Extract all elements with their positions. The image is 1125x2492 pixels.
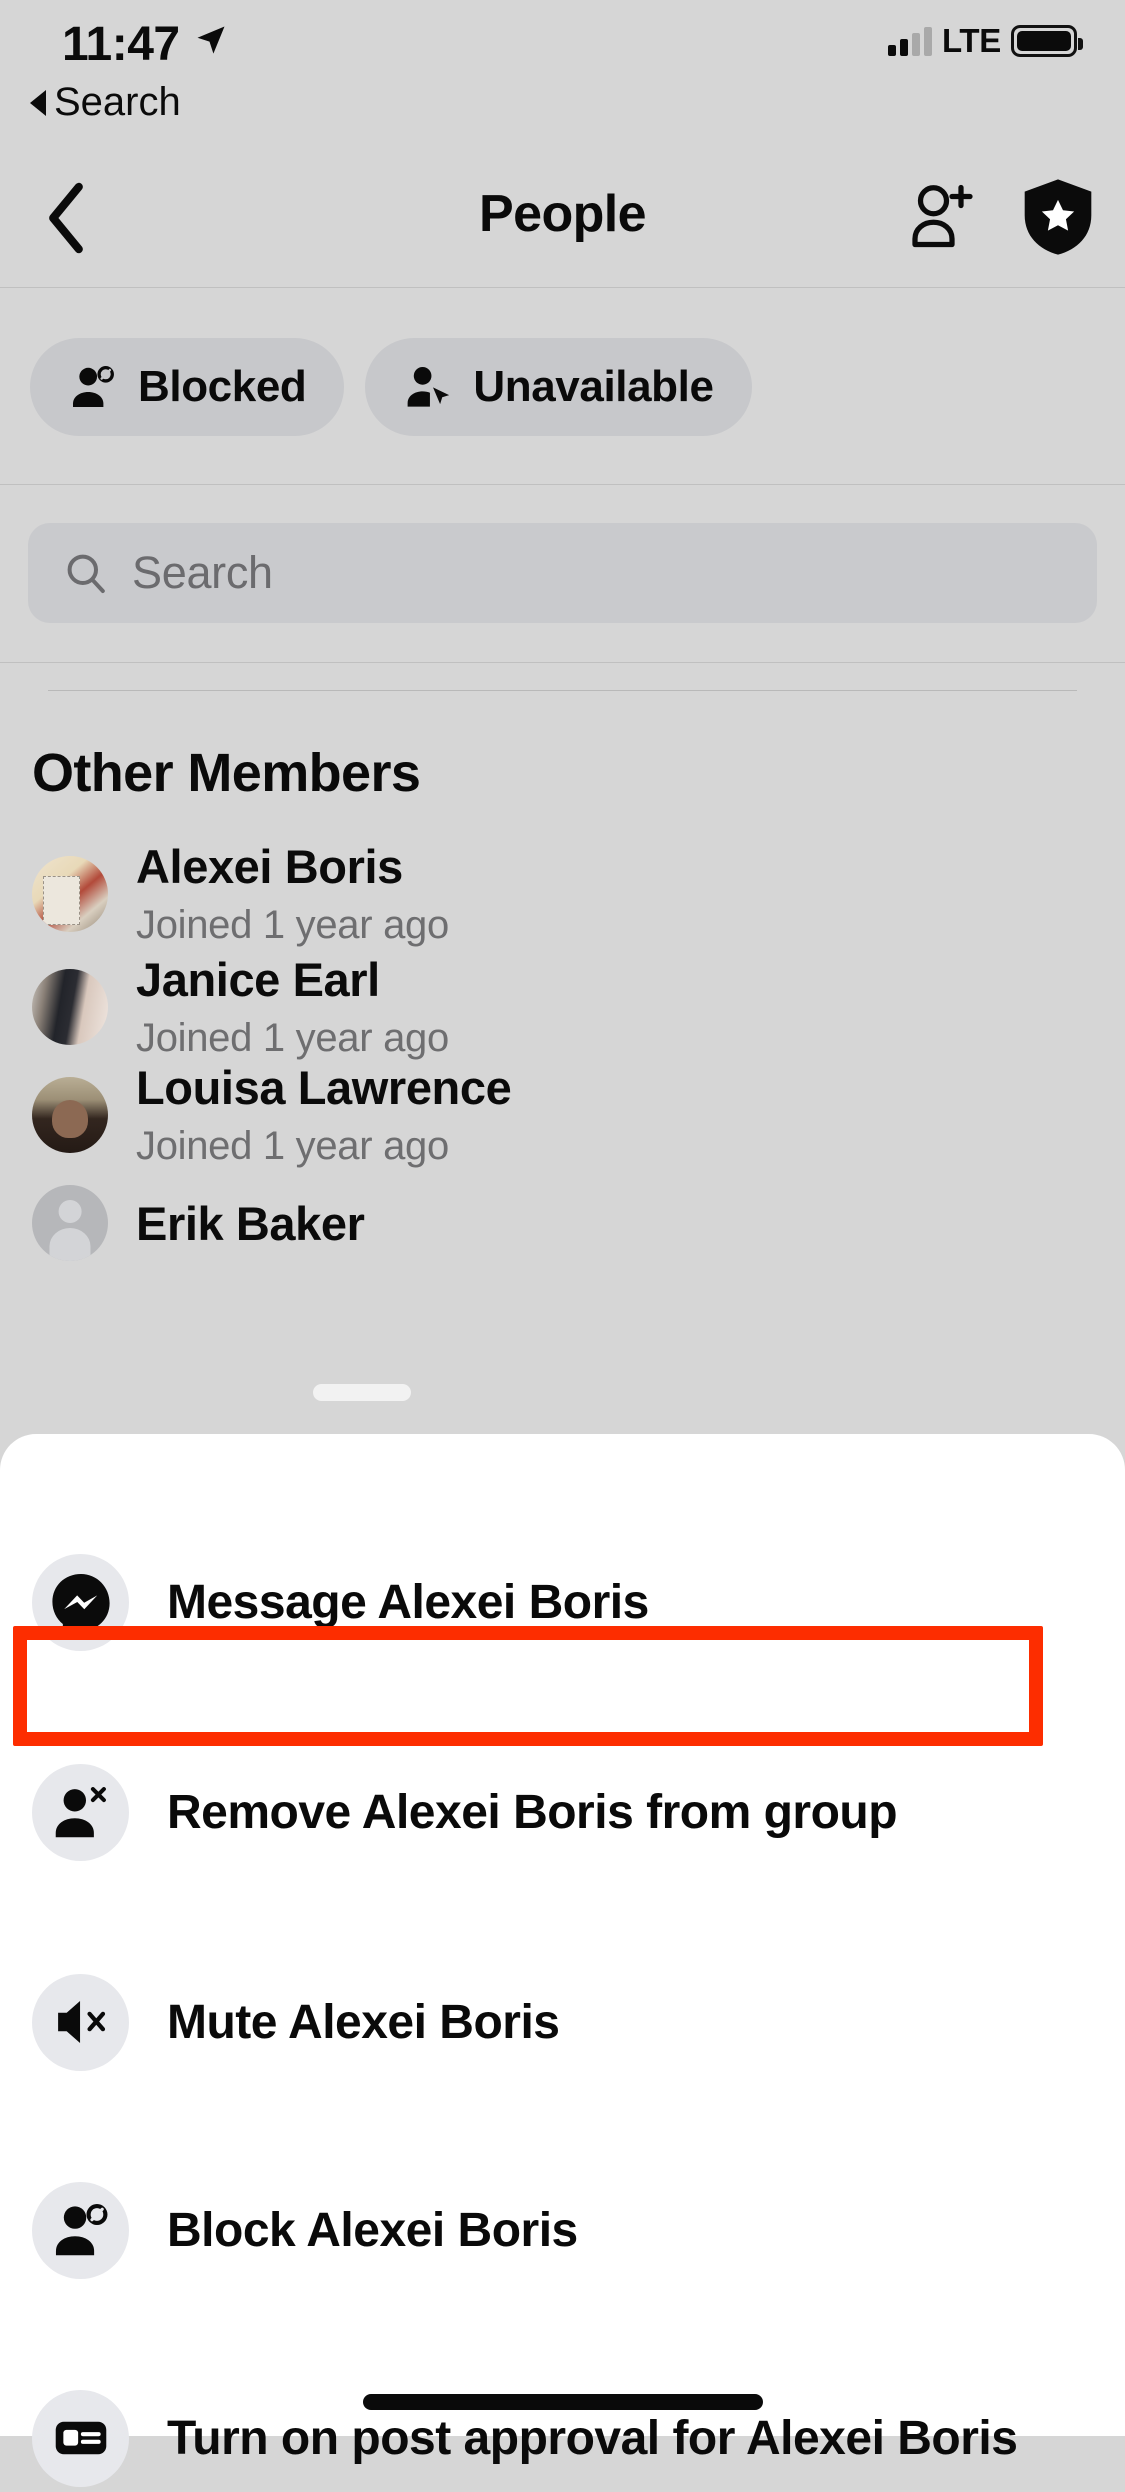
member-name: Alexei Boris: [136, 840, 403, 893]
filter-chip-blocked-label: Blocked: [138, 361, 307, 411]
action-mute-button[interactable]: Mute Alexei Boris: [0, 1968, 1125, 2076]
action-message-button[interactable]: Message Alexei Boris: [0, 1548, 1125, 1656]
member-text: Alexei Boris Joined 1 year ago: [136, 843, 449, 945]
sheet-grabber-handle[interactable]: [313, 1384, 411, 1401]
person-blocked-icon: [73, 365, 114, 407]
post-approval-icon: [32, 2389, 129, 2487]
speaker-mute-icon: [32, 1973, 129, 2071]
search-placeholder: Search: [132, 547, 273, 598]
person-cursor-icon: [407, 366, 450, 407]
navigation-bar: People: [0, 150, 1125, 288]
person-blocked-icon: [32, 2181, 129, 2279]
member-subtitle: Joined 1 year ago: [136, 1124, 449, 1168]
triangle-left-icon: [30, 89, 46, 116]
location-arrow-icon: [197, 26, 225, 54]
list-divider-inset: [48, 690, 1077, 691]
member-row[interactable]: Louisa Lawrence Joined 1 year ago: [0, 1061, 1125, 1169]
filter-chip-unavailable[interactable]: Unavailable: [365, 337, 752, 436]
action-post-approval-label: Turn on post approval for Alexei Boris: [167, 2411, 1018, 2465]
member-row[interactable]: Erik Baker: [0, 1169, 1125, 1277]
add-person-button[interactable]: [901, 177, 981, 262]
search-input[interactable]: Search: [28, 523, 1097, 623]
search-area: Search: [0, 486, 1125, 662]
member-text: Louisa Lawrence Joined 1 year ago: [136, 1061, 512, 1168]
member-name: Louisa Lawrence: [136, 1061, 512, 1114]
member-name: Janice Earl: [136, 953, 380, 1006]
home-indicator: [362, 2394, 763, 2410]
signal-bars-icon: [888, 26, 933, 56]
back-to-search-breadcrumb[interactable]: Search: [30, 80, 181, 125]
member-row[interactable]: Alexei Boris Joined 1 year ago: [0, 835, 1125, 953]
section-title-other-members: Other Members: [32, 743, 421, 803]
member-text: Janice Earl Joined 1 year ago: [136, 956, 449, 1058]
member-name: Erik Baker: [136, 1196, 365, 1250]
person-remove-icon: [32, 1763, 129, 1861]
avatar: [32, 969, 108, 1045]
battery-full-icon: [1011, 25, 1083, 57]
member-row[interactable]: Janice Earl Joined 1 year ago: [0, 953, 1125, 1061]
filter-chip-unavailable-label: Unavailable: [473, 361, 714, 411]
action-mute-label: Mute Alexei Boris: [167, 1995, 560, 2049]
nav-actions: [901, 176, 1097, 263]
status-bar-indicators: LTE: [888, 22, 1083, 60]
add-person-icon: [912, 184, 973, 248]
messenger-icon: [32, 1553, 129, 1651]
action-remove-from-group-label: Remove Alexei Boris from group: [167, 1785, 898, 1839]
avatar-placeholder: [32, 1185, 108, 1261]
action-message-label: Message Alexei Boris: [167, 1575, 649, 1629]
group-badge-button[interactable]: [1019, 176, 1097, 263]
avatar: [32, 856, 108, 932]
list-divider: [0, 662, 1125, 663]
avatar: [32, 1077, 108, 1153]
status-bar: 11:47 LTE Search: [0, 0, 1125, 150]
status-bar-time: 11:47: [62, 18, 180, 71]
action-sheet: Message Alexei Boris Remove Alexei Boris…: [0, 1434, 1125, 2487]
shield-star-icon: [1024, 179, 1092, 255]
search-icon: [67, 554, 105, 593]
back-to-search-label: Search: [54, 80, 181, 124]
filter-chip-blocked[interactable]: Blocked: [30, 337, 345, 436]
member-list: Alexei Boris Joined 1 year ago Janice Ea…: [0, 835, 1125, 1277]
action-remove-from-group-button[interactable]: Remove Alexei Boris from group: [0, 1758, 1125, 1866]
member-text: Erik Baker: [136, 1200, 365, 1247]
action-block-label: Block Alexei Boris: [167, 2203, 578, 2257]
action-block-button[interactable]: Block Alexei Boris: [0, 2176, 1125, 2284]
filter-chip-row: Blocked Unavailable: [0, 289, 1125, 485]
carrier-tech-label: LTE: [942, 22, 1001, 59]
member-subtitle: Joined 1 year ago: [136, 903, 449, 947]
member-subtitle: Joined 1 year ago: [136, 1016, 449, 1060]
